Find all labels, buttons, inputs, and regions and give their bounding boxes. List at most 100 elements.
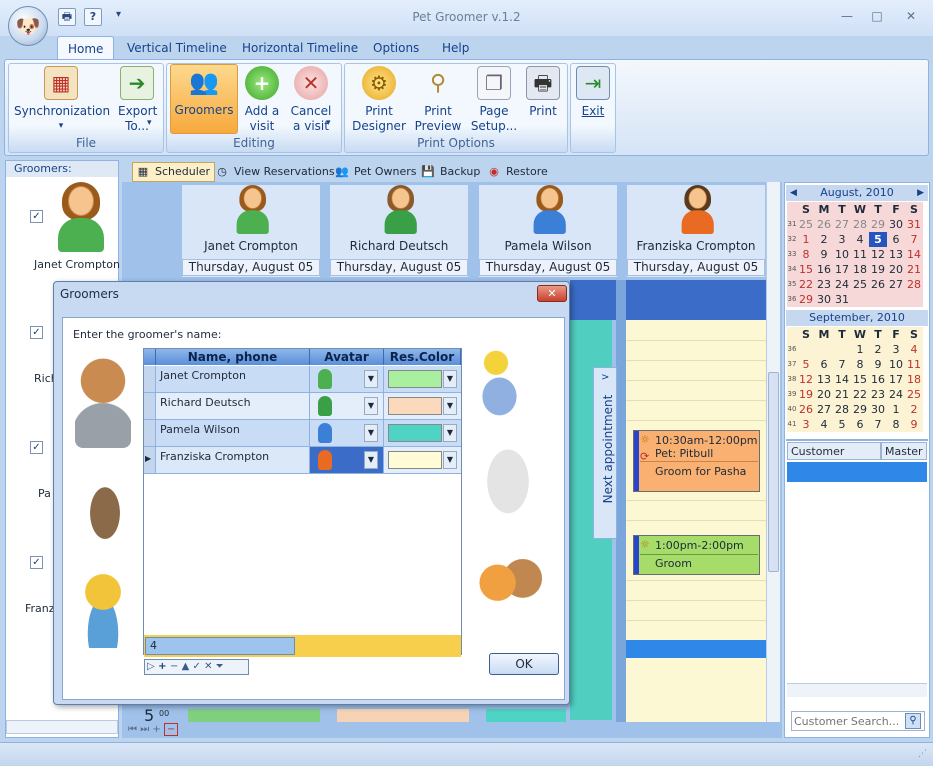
print-designer-button[interactable]: ⚙ Print Designer [352, 66, 406, 136]
calendar-day[interactable]: 3 [833, 232, 851, 247]
groomer-column-2[interactable]: Richard Deutsch Thursday, August 05 [330, 185, 468, 277]
chevron-down-icon[interactable]: ▼ [364, 397, 378, 415]
calendar-day[interactable]: 30 [815, 292, 833, 307]
calendar-day[interactable]: 25 [851, 277, 869, 292]
calendar-day[interactable]: 23 [815, 277, 833, 292]
calendar-day[interactable]: 22 [797, 277, 815, 292]
app-menu-button[interactable]: 🐶 [8, 6, 48, 46]
ok-button[interactable]: OK [489, 653, 559, 675]
tab-horizontal-timeline[interactable]: Horizontal Timeline [232, 36, 368, 60]
customer-search-input[interactable] [794, 713, 898, 729]
calendar-day[interactable]: 28 [833, 402, 851, 417]
table-row[interactable]: Richard Deutsch ▼ ▼ [144, 393, 461, 420]
calendar-day[interactable]: 7 [869, 417, 887, 432]
calendar-day[interactable]: 4 [905, 342, 923, 357]
calendar-day[interactable]: 8 [797, 247, 815, 262]
calendar-day[interactable]: 26 [797, 402, 815, 417]
customer-column-header[interactable]: Customer [787, 442, 881, 460]
calendar-day[interactable]: 3 [797, 417, 815, 432]
calendar-day[interactable]: 27 [815, 402, 833, 417]
export-button[interactable]: ➔ Export To... [114, 66, 160, 136]
calendar-day[interactable]: 23 [869, 387, 887, 402]
calendar-day[interactable]: 14 [905, 247, 923, 262]
calendar-day[interactable]: 19 [869, 262, 887, 277]
tab-home[interactable]: Home [57, 36, 115, 60]
table-row[interactable] [787, 462, 927, 482]
check-icon[interactable]: ✓ [193, 661, 201, 672]
tab-scheduler[interactable]: ▦ Scheduler [132, 162, 216, 182]
calendar-day[interactable]: 28 [905, 277, 923, 292]
calendar-day[interactable] [797, 342, 815, 357]
calendar-day[interactable] [887, 292, 905, 307]
table-row[interactable]: ▶ Franziska Crompton ▼ ▼ [144, 447, 461, 474]
calendar-august[interactable]: S M T W T F S 31 25 26 27 28 29 30 31 32 1 2 3 4 5 6 7 33 8 9 10 11… [787, 202, 923, 307]
calendar-day[interactable]: 30 [869, 402, 887, 417]
calendar-day[interactable]: 1 [851, 342, 869, 357]
chevron-down-icon[interactable]: ▼ [443, 370, 457, 388]
calendar-day[interactable]: 3 [887, 342, 905, 357]
calendar-day[interactable]: 1 [797, 232, 815, 247]
chevron-down-icon[interactable]: ▼ [443, 451, 457, 469]
calendar-day[interactable]: 25 [905, 387, 923, 402]
calendar-day[interactable]: 16 [869, 372, 887, 387]
dialog-close-button[interactable]: ✕ [537, 285, 567, 302]
filter-icon[interactable]: ⏷ [216, 661, 224, 672]
calendar-day[interactable]: 29 [851, 402, 869, 417]
calendar-day[interactable]: 17 [833, 262, 851, 277]
calendar-day[interactable]: 20 [887, 262, 905, 277]
calendar-day[interactable]: 7 [905, 232, 923, 247]
calendar-day[interactable]: 5 [833, 417, 851, 432]
calendar-day[interactable]: 24 [833, 277, 851, 292]
calendar-day[interactable]: 12 [797, 372, 815, 387]
tab-help[interactable]: Help [432, 36, 479, 60]
avatar-cell[interactable]: ▼ [310, 366, 384, 392]
chevron-down-icon[interactable]: ▼ [443, 424, 457, 442]
color-cell[interactable]: ▼ [384, 447, 461, 473]
appointment-2[interactable]: ☼ 1:00pm-2:00pm Groom [633, 535, 760, 575]
calendar-day[interactable]: 5 [797, 357, 815, 372]
next-month-icon[interactable]: ▶ [917, 185, 924, 201]
calendar-day[interactable]: 21 [905, 262, 923, 277]
calendar-day[interactable]: 2 [815, 232, 833, 247]
calendar-day[interactable]: 25 [797, 217, 815, 232]
calendar-day[interactable]: 12 [869, 247, 887, 262]
add-row-icon[interactable]: + [155, 661, 170, 672]
calendar-day[interactable] [905, 292, 923, 307]
calendar-day[interactable]: 6 [851, 417, 869, 432]
calendar-day[interactable]: 6 [887, 232, 905, 247]
calendar-day[interactable]: 27 [833, 217, 851, 232]
name-column-header[interactable]: Name, phone [156, 349, 310, 365]
calendar-day[interactable]: 21 [833, 387, 851, 402]
calendar-day[interactable]: 11 [905, 357, 923, 372]
calendar-day[interactable]: 16 [815, 262, 833, 277]
calendar-day[interactable] [833, 342, 851, 357]
last-icon[interactable]: ⏭ [140, 724, 149, 735]
calendar-day[interactable]: 24 [887, 387, 905, 402]
tab-backup[interactable]: 💾 Backup [418, 162, 484, 182]
minimize-button[interactable]: — [834, 8, 860, 24]
calendar-day[interactable]: 8 [887, 417, 905, 432]
groomer-column-3[interactable]: Pamela Wilson Thursday, August 05 [479, 185, 617, 277]
calendar-day[interactable]: 8 [851, 357, 869, 372]
up-icon[interactable]: ▲ [178, 661, 192, 672]
calendar-day[interactable]: 27 [887, 277, 905, 292]
calendar-day[interactable]: 18 [905, 372, 923, 387]
calendar-day[interactable]: 30 [887, 217, 905, 232]
groomer-checkbox-3[interactable]: ✓ [30, 441, 43, 454]
customer-search-box[interactable]: ⚲ [791, 711, 925, 731]
day-slots[interactable] [626, 320, 766, 722]
calendar-day[interactable]: 2 [905, 402, 923, 417]
calendar-day[interactable] [851, 292, 869, 307]
calendar-day[interactable]: 17 [887, 372, 905, 387]
resize-grip-icon[interactable]: ⋰ [918, 749, 927, 759]
tab-options[interactable]: Options [363, 36, 429, 60]
calendar-day[interactable] [869, 292, 887, 307]
scheduler-vscroll[interactable] [766, 182, 780, 722]
binoculars-icon[interactable]: ⚲ [905, 713, 921, 729]
calendar-day[interactable]: 26 [815, 217, 833, 232]
calendar-day[interactable]: 10 [833, 247, 851, 262]
calendar-day[interactable]: 29 [797, 292, 815, 307]
calendar-day[interactable]: 9 [815, 247, 833, 262]
calendar-day[interactable]: 4 [851, 232, 869, 247]
master-column-header[interactable]: Master [881, 442, 927, 460]
